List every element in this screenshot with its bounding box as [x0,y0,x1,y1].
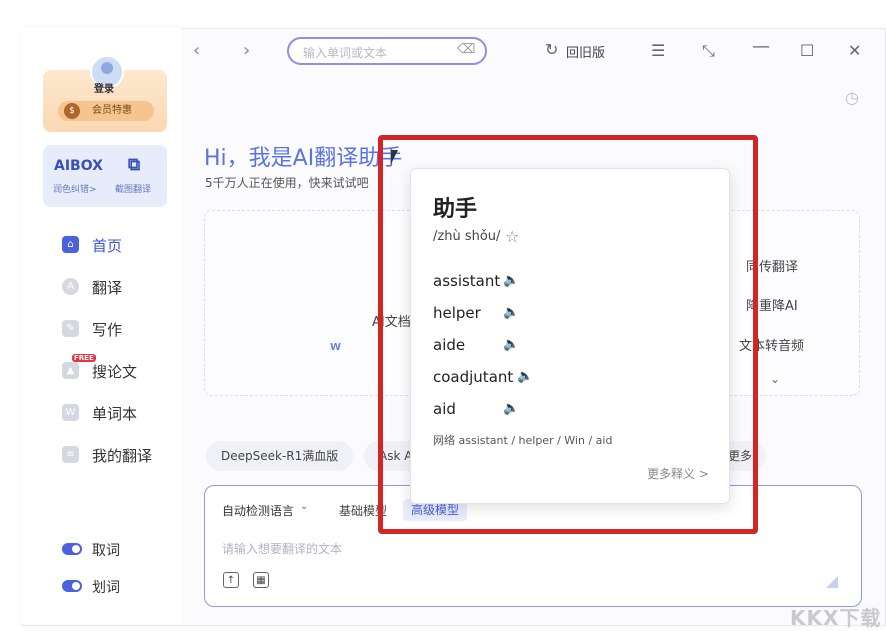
wordbook-icon: W [62,404,79,421]
graduation-cap-icon: ▲ [62,362,79,379]
sense-word: coadjutant [433,368,514,386]
free-badge: FREE [72,354,96,362]
home-icon: ⌂ [62,236,79,253]
back-arrow-icon[interactable]: ‹ [193,42,200,60]
refresh-icon: ↻ [545,40,559,59]
sidebar-item-label: 我的翻译 [92,447,153,465]
chip-deepseek[interactable]: DeepSeek-R1满血版 [206,441,354,471]
forward-arrow-icon[interactable]: › [243,42,250,60]
feature-rewrite[interactable]: 降重降AI [746,295,798,314]
search-input[interactable] [301,43,455,63]
sense-word: helper [433,304,481,322]
sidebar-item-label: 单词本 [92,405,138,423]
dictionary-popup: 助手 /zhù shǒu/ ☆ assistant 🔈 helper 🔈 aid… [410,168,730,504]
speaker-icon[interactable]: 🔈 [503,401,519,416]
feature-text-to-audio[interactable]: 文本转音频 [739,335,804,354]
model-basic-tab[interactable]: 基础模型 [339,502,387,519]
minimize-icon[interactable]: — [752,38,770,56]
language-select[interactable]: 自动检测语言 [222,502,294,519]
speaker-icon[interactable]: 🔈 [503,305,519,320]
menu-icon[interactable]: ☰ [651,42,665,60]
watermark: KKX下载 [790,606,882,630]
tools-card [43,145,167,207]
greeting-title: Hi，我是AI翻译助手 [204,146,403,171]
popup-word: 助手 [433,197,478,222]
speaker-icon[interactable]: 🔈 [503,273,519,288]
screenshot-translate-label[interactable]: 截图翻译 [115,182,151,195]
feature-ai-document[interactable]: AI文档 [372,311,411,330]
sense-word: assistant [433,272,501,290]
sidebar-item-label: 首页 [92,237,123,255]
toggle-label: 划词 [92,580,120,596]
close-icon[interactable]: ✕ [848,42,861,60]
eraser-icon[interactable]: ⌫ [457,42,475,57]
sidebar-item-label: 翻译 [92,279,123,297]
word-file-icon: W [330,342,342,353]
popup-pronunciation: /zhù shǒu/ [433,229,501,244]
image-icon[interactable]: ▦ [253,572,269,588]
sense-word: aide [433,336,466,354]
vip-badge-icon: $ [64,103,80,119]
search-box[interactable]: ⌫ [287,37,487,65]
aibox-logo[interactable]: AIBOX [54,158,103,174]
maximize-icon[interactable]: ☐ [800,42,814,60]
sense-word: aid [433,400,456,418]
screenshot-translate-icon[interactable]: ⧉ [128,155,140,175]
translate-icon: A [62,278,79,295]
feature-simultaneous[interactable]: 同传翻译 [746,256,798,275]
polish-correct-link[interactable]: 润色纠错> [53,182,97,195]
send-icon[interactable] [826,576,838,588]
pen-icon: ✎ [62,320,79,337]
login-label[interactable]: 登录 [94,80,114,95]
toggle-switch[interactable] [62,543,82,555]
minimize-to-tray-icon[interactable]: ⤡ [702,42,715,60]
upload-icon[interactable]: ↑ [223,572,239,588]
star-icon[interactable]: ☆ [505,227,519,246]
chevron-down-icon[interactable]: ⌄ [300,501,308,512]
sidebar-item-label: 写作 [92,321,123,339]
history-icon[interactable]: ◷ [845,89,859,107]
document-icon: ≡ [62,446,79,463]
speaker-icon[interactable]: 🔈 [517,369,533,384]
old-version-button[interactable]: 回旧版 [566,42,605,61]
greeting-subtitle: 5千万人正在使用，快来试试吧 [205,176,369,190]
speaker-icon[interactable]: 🔈 [503,337,519,352]
translate-textarea[interactable]: 请输入想要翻译的文本 [222,540,342,557]
web-definitions: 网络 assistant / helper / Win / aid [433,434,613,447]
mouse-cursor-icon [391,150,398,164]
toggle-label: 取词 [92,543,120,559]
more-definitions-link[interactable]: 更多释义 > [647,465,709,482]
chevron-down-icon[interactable]: ⌄ [770,372,780,386]
sidebar-item-label: 搜论文 [92,363,138,381]
toggle-switch[interactable] [62,580,82,592]
